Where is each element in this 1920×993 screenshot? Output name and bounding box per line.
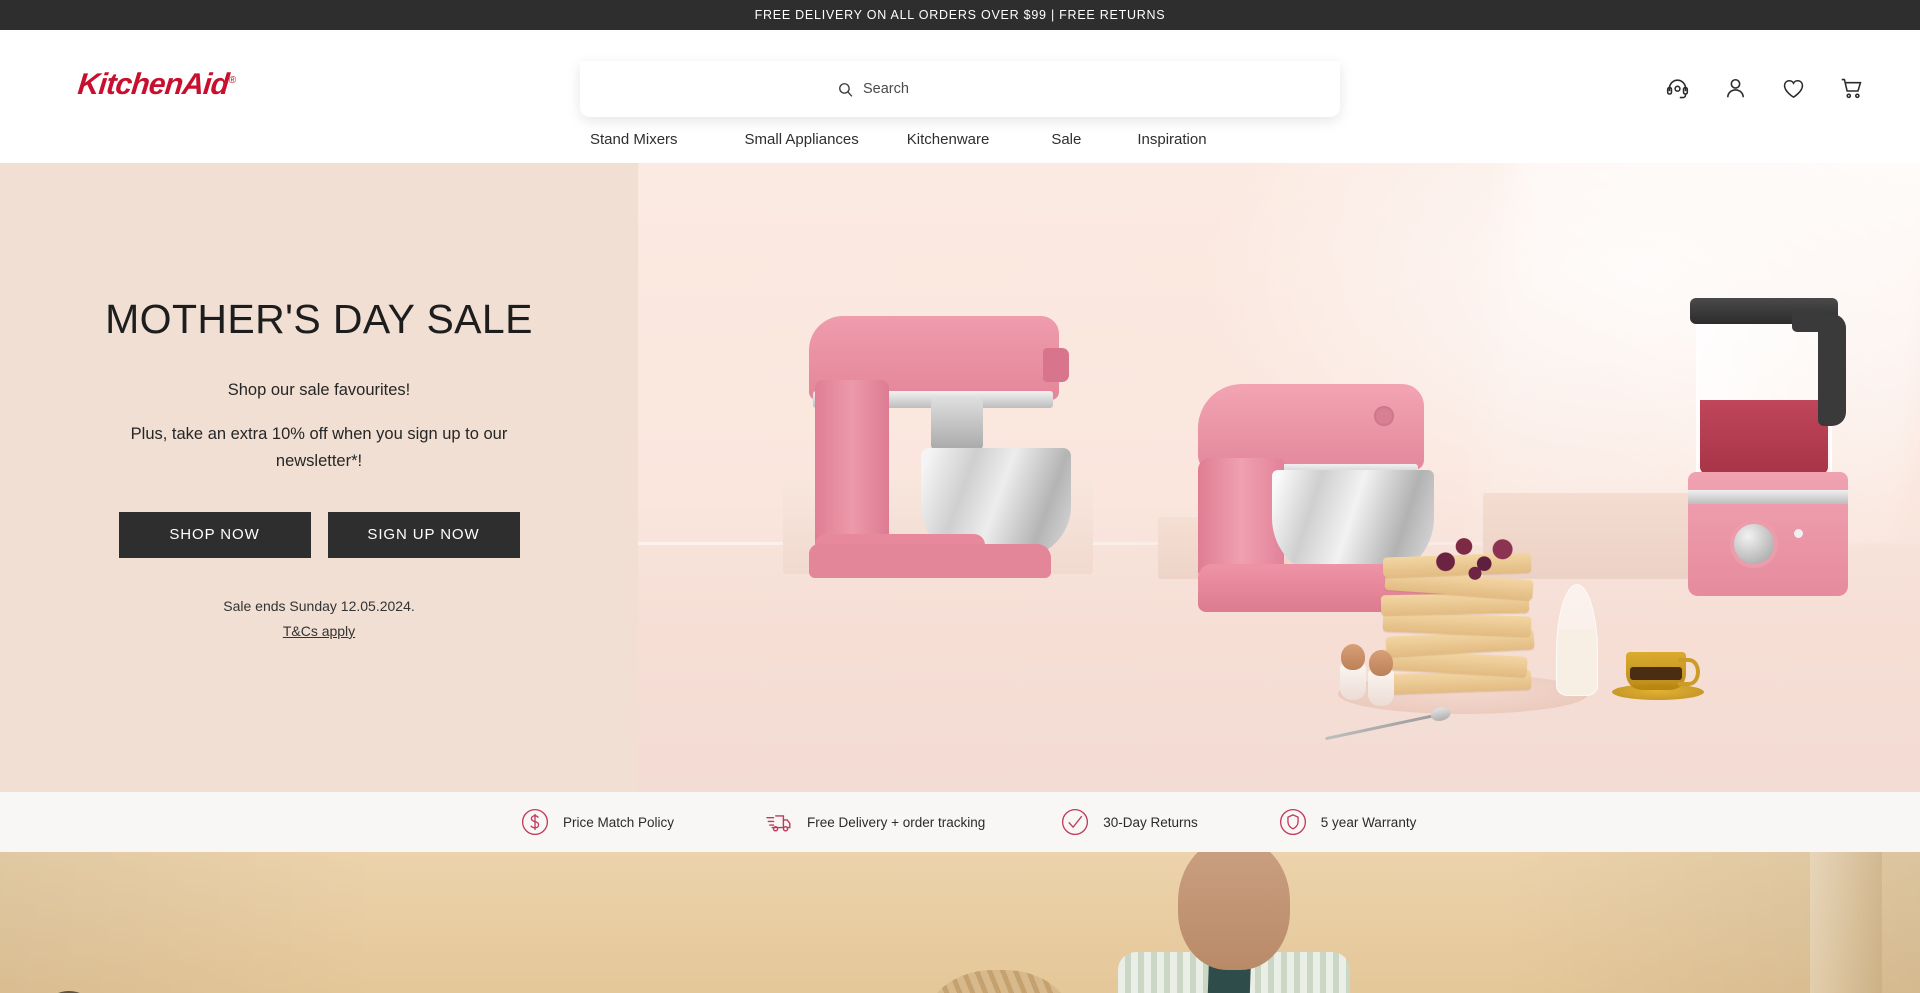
user-account-icon[interactable]: [1723, 76, 1748, 101]
main-navigation: Stand Mixers Small Appliances Kitchenwar…: [0, 115, 1920, 163]
person-head: [1178, 852, 1290, 970]
nav-item-kitchenware[interactable]: Kitchenware: [907, 131, 990, 148]
hero-sale-end-date: Sale ends Sunday 12.05.2024.: [223, 597, 415, 614]
dollar-circle-icon: [520, 807, 550, 837]
shield-circle-icon: [1278, 807, 1308, 837]
benefit-free-delivery[interactable]: Free Delivery + order tracking: [764, 807, 985, 837]
pink-blender: [1678, 266, 1878, 596]
benefit-label: 5 year Warranty: [1320, 814, 1417, 830]
promo-banner-text: FREE DELIVERY ON ALL ORDERS OVER $99 | F…: [754, 8, 1166, 22]
logo-text: KitchenAid: [76, 68, 231, 101]
hero-copy-panel: MOTHER'S DAY SALE Shop our sale favourit…: [0, 163, 638, 792]
search-icon: [837, 81, 854, 98]
nav-item-small-appliances[interactable]: Small Appliances: [745, 131, 859, 148]
pink-bowl-lift-stand-mixer: [803, 262, 1119, 578]
hero-button-group: SHOP NOW SIGN UP NOW: [118, 511, 520, 558]
benefit-price-match[interactable]: Price Match Policy: [520, 807, 674, 837]
nav-item-sale[interactable]: Sale: [1051, 131, 1081, 148]
benefit-label: Free Delivery + order tracking: [807, 814, 986, 830]
benefits-bar: Price Match Policy Free Delivery + order…: [0, 792, 1920, 852]
heart-wishlist-icon[interactable]: [1781, 76, 1806, 101]
boiled-egg-in-cup: [1368, 650, 1394, 706]
nav-item-inspiration[interactable]: Inspiration: [1137, 131, 1206, 148]
boiled-egg-in-cup: [1340, 644, 1366, 700]
logo-trademark: ®: [228, 75, 236, 86]
coffee-liquid: [1630, 667, 1682, 680]
hero-subtitle-secondary: Plus, take an extra 10% off when you sig…: [130, 425, 508, 470]
check-circle-icon: [1060, 807, 1090, 837]
nav-item-stand-mixers[interactable]: Stand Mixers: [590, 131, 678, 148]
benefit-label: Price Match Policy: [563, 814, 675, 830]
site-header: KitchenAid® Search Stand Mixers Small Ap…: [0, 30, 1920, 163]
header-icon-group: [1665, 76, 1864, 101]
kitchenaid-logo[interactable]: KitchenAid®: [76, 68, 236, 102]
hero-subtitle-primary: Shop our sale favourites!: [227, 381, 411, 400]
hero-title: MOTHER'S DAY SALE: [105, 296, 533, 343]
benefit-warranty[interactable]: 5 year Warranty: [1278, 807, 1417, 837]
wall-panel-decoration: [1810, 852, 1882, 993]
shop-now-button[interactable]: SHOP NOW: [118, 511, 311, 558]
headset-support-icon[interactable]: [1665, 76, 1690, 101]
search-bar[interactable]: [580, 61, 1340, 117]
sign-up-now-button[interactable]: SIGN UP NOW: [327, 511, 520, 558]
benefit-returns[interactable]: 30-Day Returns: [1060, 807, 1198, 837]
next-content-section: [0, 852, 1920, 993]
shopping-cart-icon[interactable]: [1839, 76, 1864, 101]
delivery-truck-icon: [764, 807, 794, 837]
section-background: [0, 852, 1920, 993]
search-input[interactable]: [863, 81, 1083, 97]
hero-product-photo: [638, 163, 1920, 792]
terms-and-conditions-link[interactable]: T&Cs apply: [283, 623, 355, 639]
toast-stack: [1378, 532, 1535, 695]
promo-banner: FREE DELIVERY ON ALL ORDERS OVER $99 | F…: [0, 0, 1920, 30]
hero-banner: MOTHER'S DAY SALE Shop our sale favourit…: [0, 163, 1920, 792]
benefit-label: 30-Day Returns: [1103, 814, 1198, 830]
berry-compote: [1429, 532, 1521, 580]
